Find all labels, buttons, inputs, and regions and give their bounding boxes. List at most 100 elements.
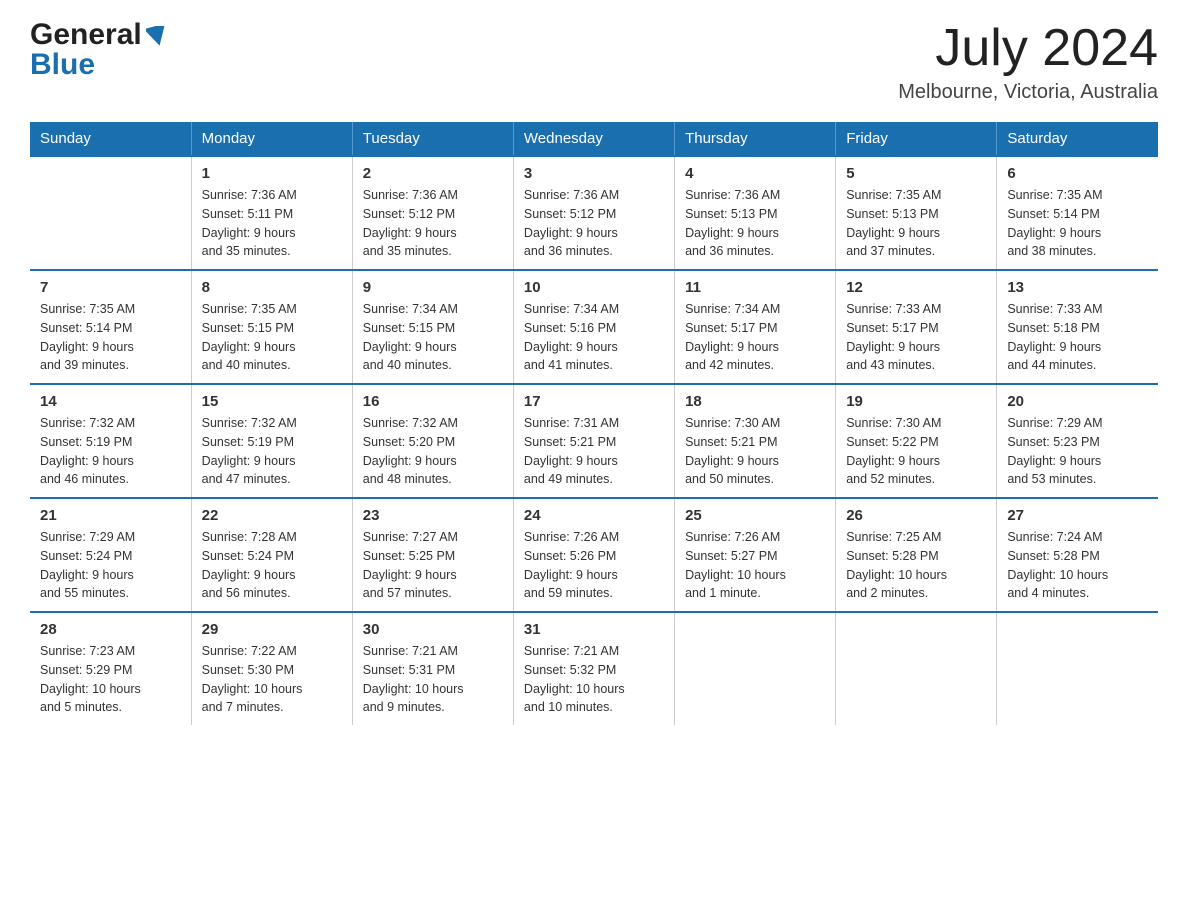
day-number: 9 <box>363 279 503 296</box>
day-of-week-header: Friday <box>836 122 997 156</box>
day-number: 28 <box>40 621 181 638</box>
day-number: 26 <box>846 507 986 524</box>
day-info: Sunrise: 7:29 AMSunset: 5:24 PMDaylight:… <box>40 528 181 603</box>
calendar-day-cell: 10Sunrise: 7:34 AMSunset: 5:16 PMDayligh… <box>513 270 674 384</box>
calendar-day-cell: 17Sunrise: 7:31 AMSunset: 5:21 PMDayligh… <box>513 384 674 498</box>
calendar-day-cell: 31 Sunrise: 7:21 AMSunset: 5:32 PMDayligh… <box>513 612 674 725</box>
day-info: Sunrise: 7:29 AMSunset: 5:23 PMDaylight:… <box>1007 414 1148 489</box>
day-number: 22 <box>202 507 342 524</box>
day-info: Sunrise: 7:35 AMSunset: 5:15 PMDaylight:… <box>202 300 342 375</box>
calendar-day-cell: 1 Sunrise: 7:36 AMSunset: 5:11 PMDaylight… <box>191 156 352 270</box>
calendar-day-cell: 26 Sunrise: 7:25 AMSunset: 5:28 PMDayligh… <box>836 498 997 612</box>
day-info: Sunrise: 7:36 AMSunset: 5:12 PMDaylight:… <box>524 186 664 261</box>
day-number: 5 <box>846 165 986 182</box>
day-number: 2 <box>363 165 503 182</box>
calendar-table: SundayMondayTuesdayWednesdayThursdayFrid… <box>30 122 1158 725</box>
calendar-day-cell: 23 Sunrise: 7:27 AMSunset: 5:25 PMDayligh… <box>352 498 513 612</box>
day-of-week-header: Thursday <box>675 122 836 156</box>
calendar-day-cell: 4 Sunrise: 7:36 AMSunset: 5:13 PMDaylight… <box>675 156 836 270</box>
day-number: 25 <box>685 507 825 524</box>
day-info: Sunrise: 7:26 AMSunset: 5:27 PMDaylight:… <box>685 528 825 603</box>
day-number: 12 <box>846 279 986 296</box>
day-info: Sunrise: 7:35 AMSunset: 5:14 PMDaylight:… <box>40 300 181 375</box>
calendar-day-cell: 25 Sunrise: 7:26 AMSunset: 5:27 PMDayligh… <box>675 498 836 612</box>
day-number: 16 <box>363 393 503 410</box>
day-info: Sunrise: 7:34 AMSunset: 5:16 PMDaylight:… <box>524 300 664 375</box>
day-info: Sunrise: 7:21 AMSunset: 5:32 PMDaylight:… <box>524 642 664 717</box>
day-info: Sunrise: 7:32 AMSunset: 5:20 PMDaylight:… <box>363 414 503 489</box>
day-info: Sunrise: 7:28 AMSunset: 5:24 PMDaylight:… <box>202 528 342 603</box>
calendar-day-cell: 7 Sunrise: 7:35 AMSunset: 5:14 PMDaylight… <box>30 270 191 384</box>
calendar-day-cell <box>30 156 191 270</box>
day-number: 4 <box>685 165 825 182</box>
logo-arrow-icon <box>146 26 168 46</box>
day-number: 20 <box>1007 393 1148 410</box>
title-section: July 2024 Melbourne, Victoria, Australia <box>898 20 1158 104</box>
day-of-week-header: Wednesday <box>513 122 674 156</box>
day-number: 6 <box>1007 165 1148 182</box>
calendar-day-cell: 11 Sunrise: 7:34 AMSunset: 5:17 PMDayligh… <box>675 270 836 384</box>
logo-blue-text: Blue <box>30 48 95 81</box>
day-info: Sunrise: 7:25 AMSunset: 5:28 PMDaylight:… <box>846 528 986 603</box>
day-number: 30 <box>363 621 503 638</box>
calendar-day-cell <box>675 612 836 725</box>
day-number: 13 <box>1007 279 1148 296</box>
month-year-title: July 2024 <box>898 20 1158 77</box>
calendar-day-cell: 27Sunrise: 7:24 AMSunset: 5:28 PMDayligh… <box>997 498 1158 612</box>
logo: General Blue <box>30 20 168 80</box>
day-number: 14 <box>40 393 181 410</box>
calendar-day-cell: 24 Sunrise: 7:26 AMSunset: 5:26 PMDayligh… <box>513 498 674 612</box>
calendar-day-cell <box>997 612 1158 725</box>
day-number: 1 <box>202 165 342 182</box>
calendar-day-cell <box>836 612 997 725</box>
day-info: Sunrise: 7:33 AMSunset: 5:18 PMDaylight:… <box>1007 300 1148 375</box>
day-of-week-header: Monday <box>191 122 352 156</box>
day-number: 3 <box>524 165 664 182</box>
day-info: Sunrise: 7:21 AMSunset: 5:31 PMDaylight:… <box>363 642 503 717</box>
calendar-day-cell: 14 Sunrise: 7:32 AMSunset: 5:19 PMDayligh… <box>30 384 191 498</box>
day-number: 7 <box>40 279 181 296</box>
day-info: Sunrise: 7:27 AMSunset: 5:25 PMDaylight:… <box>363 528 503 603</box>
calendar-day-cell: 9 Sunrise: 7:34 AMSunset: 5:15 PMDaylight… <box>352 270 513 384</box>
day-info: Sunrise: 7:24 AMSunset: 5:28 PMDaylight:… <box>1007 528 1148 603</box>
day-number: 31 <box>524 621 664 638</box>
day-info: Sunrise: 7:36 AMSunset: 5:12 PMDaylight:… <box>363 186 503 261</box>
day-number: 15 <box>202 393 342 410</box>
day-of-week-header: Sunday <box>30 122 191 156</box>
calendar-day-cell: 5 Sunrise: 7:35 AMSunset: 5:13 PMDaylight… <box>836 156 997 270</box>
day-info: Sunrise: 7:35 AMSunset: 5:13 PMDaylight:… <box>846 186 986 261</box>
day-info: Sunrise: 7:30 AMSunset: 5:22 PMDaylight:… <box>846 414 986 489</box>
calendar-week-row: 28 Sunrise: 7:23 AMSunset: 5:29 PMDayligh… <box>30 612 1158 725</box>
calendar-week-row: 21Sunrise: 7:29 AMSunset: 5:24 PMDayligh… <box>30 498 1158 612</box>
day-number: 24 <box>524 507 664 524</box>
day-info: Sunrise: 7:30 AMSunset: 5:21 PMDaylight:… <box>685 414 825 489</box>
day-number: 29 <box>202 621 342 638</box>
calendar-day-cell: 21Sunrise: 7:29 AMSunset: 5:24 PMDayligh… <box>30 498 191 612</box>
day-info: Sunrise: 7:32 AMSunset: 5:19 PMDaylight:… <box>40 414 181 489</box>
day-info: Sunrise: 7:34 AMSunset: 5:15 PMDaylight:… <box>363 300 503 375</box>
day-number: 19 <box>846 393 986 410</box>
calendar-day-cell: 20 Sunrise: 7:29 AMSunset: 5:23 PMDayligh… <box>997 384 1158 498</box>
calendar-day-cell: 19 Sunrise: 7:30 AMSunset: 5:22 PMDayligh… <box>836 384 997 498</box>
day-info: Sunrise: 7:26 AMSunset: 5:26 PMDaylight:… <box>524 528 664 603</box>
logo-general-text: General <box>30 20 142 50</box>
calendar-day-cell: 2 Sunrise: 7:36 AMSunset: 5:12 PMDaylight… <box>352 156 513 270</box>
day-number: 11 <box>685 279 825 296</box>
day-info: Sunrise: 7:23 AMSunset: 5:29 PMDaylight:… <box>40 642 181 717</box>
day-number: 18 <box>685 393 825 410</box>
day-info: Sunrise: 7:36 AMSunset: 5:11 PMDaylight:… <box>202 186 342 261</box>
calendar-week-row: 14 Sunrise: 7:32 AMSunset: 5:19 PMDayligh… <box>30 384 1158 498</box>
calendar-day-cell: 18 Sunrise: 7:30 AMSunset: 5:21 PMDayligh… <box>675 384 836 498</box>
calendar-day-cell: 28 Sunrise: 7:23 AMSunset: 5:29 PMDayligh… <box>30 612 191 725</box>
calendar-day-cell: 3 Sunrise: 7:36 AMSunset: 5:12 PMDaylight… <box>513 156 674 270</box>
day-info: Sunrise: 7:31 AMSunset: 5:21 PMDaylight:… <box>524 414 664 489</box>
calendar-week-row: 1 Sunrise: 7:36 AMSunset: 5:11 PMDaylight… <box>30 156 1158 270</box>
location-subtitle: Melbourne, Victoria, Australia <box>898 81 1158 104</box>
day-info: Sunrise: 7:34 AMSunset: 5:17 PMDaylight:… <box>685 300 825 375</box>
day-of-week-header: Saturday <box>997 122 1158 156</box>
day-info: Sunrise: 7:36 AMSunset: 5:13 PMDaylight:… <box>685 186 825 261</box>
calendar-day-cell: 30 Sunrise: 7:21 AMSunset: 5:31 PMDayligh… <box>352 612 513 725</box>
day-number: 23 <box>363 507 503 524</box>
page-header: General Blue July 2024 Melbourne, Victor… <box>30 20 1158 104</box>
calendar-day-cell: 6Sunrise: 7:35 AMSunset: 5:14 PMDaylight… <box>997 156 1158 270</box>
